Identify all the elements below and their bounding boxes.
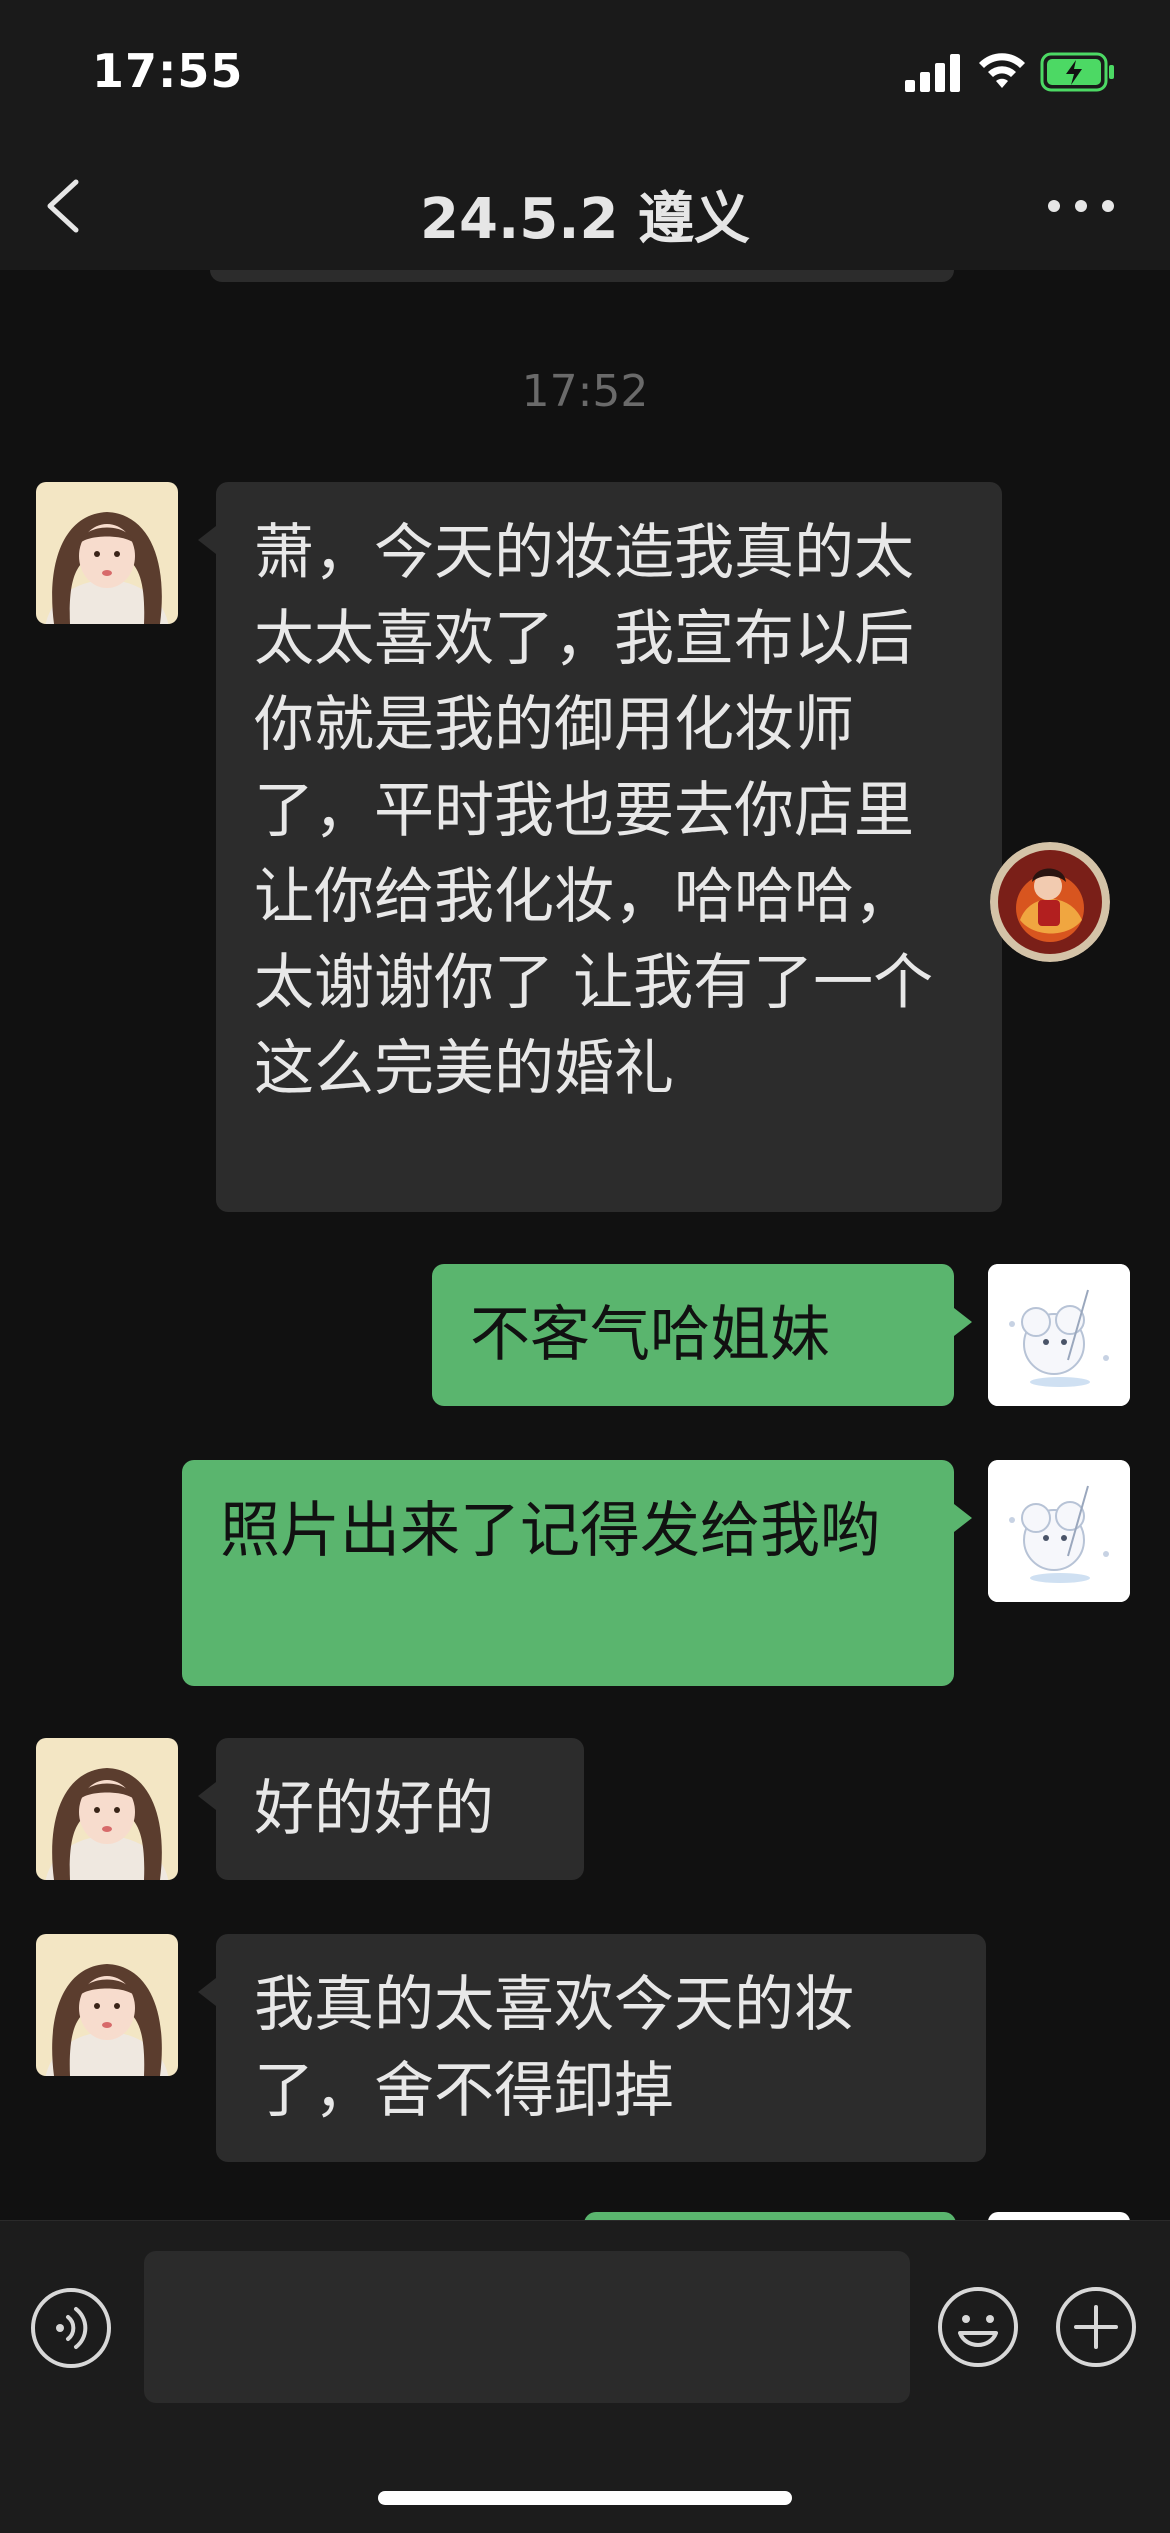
contact-avatar[interactable]	[36, 1934, 178, 2076]
bubble-tail	[954, 1308, 972, 1336]
input-bar	[0, 2220, 1170, 2533]
contact-avatar[interactable]	[36, 1738, 178, 1880]
more-icon[interactable]	[1046, 194, 1116, 218]
plus-icon[interactable]	[1054, 2285, 1138, 2369]
partial-my-avatar[interactable]	[988, 2212, 1130, 2220]
nav-bar: 24.5.2 遵义	[0, 140, 1170, 271]
bubble-tail	[198, 526, 216, 554]
my-avatar[interactable]	[988, 1460, 1130, 1602]
bubble-tail	[198, 1782, 216, 1810]
message-bubble[interactable]: 我真的太喜欢今天的妆了，舍不得卸掉	[216, 1934, 986, 2162]
message-bubble[interactable]: 好的好的	[216, 1738, 584, 1880]
chat-area[interactable]: 17:52 萧，今天的妆造我真的太太太喜欢了，我宣布以后你就是我的御用化妆师了，…	[0, 270, 1170, 2220]
wifi-icon	[979, 53, 1025, 88]
floating-game-avatar[interactable]	[990, 842, 1110, 962]
status-time: 17:55	[92, 44, 244, 98]
message-bubble[interactable]: 照片出来了记得发给我哟	[182, 1460, 954, 1686]
message-input[interactable]	[144, 2251, 910, 2403]
message-bubble[interactable]: 萧，今天的妆造我真的太太太喜欢了，我宣布以后你就是我的御用化妆师了，平时我也要去…	[216, 482, 1002, 1212]
previous-message-edge	[210, 270, 954, 282]
voice-icon[interactable]	[30, 2287, 112, 2369]
my-avatar[interactable]	[988, 1264, 1130, 1406]
contact-avatar[interactable]	[36, 482, 178, 624]
partial-message-bubble[interactable]	[584, 2212, 956, 2220]
message-timestamp: 17:52	[521, 366, 649, 417]
emoji-icon[interactable]	[936, 2285, 1020, 2369]
signal-icon	[905, 54, 960, 92]
bubble-tail	[198, 1978, 216, 2006]
message-bubble[interactable]: 不客气哈姐妹	[432, 1264, 954, 1406]
status-bar: 17:55	[0, 0, 1170, 140]
battery-icon	[1040, 52, 1114, 92]
home-indicator[interactable]	[378, 2491, 792, 2505]
bubble-tail	[954, 1504, 972, 1532]
chat-title: 24.5.2 遵义	[420, 187, 750, 252]
